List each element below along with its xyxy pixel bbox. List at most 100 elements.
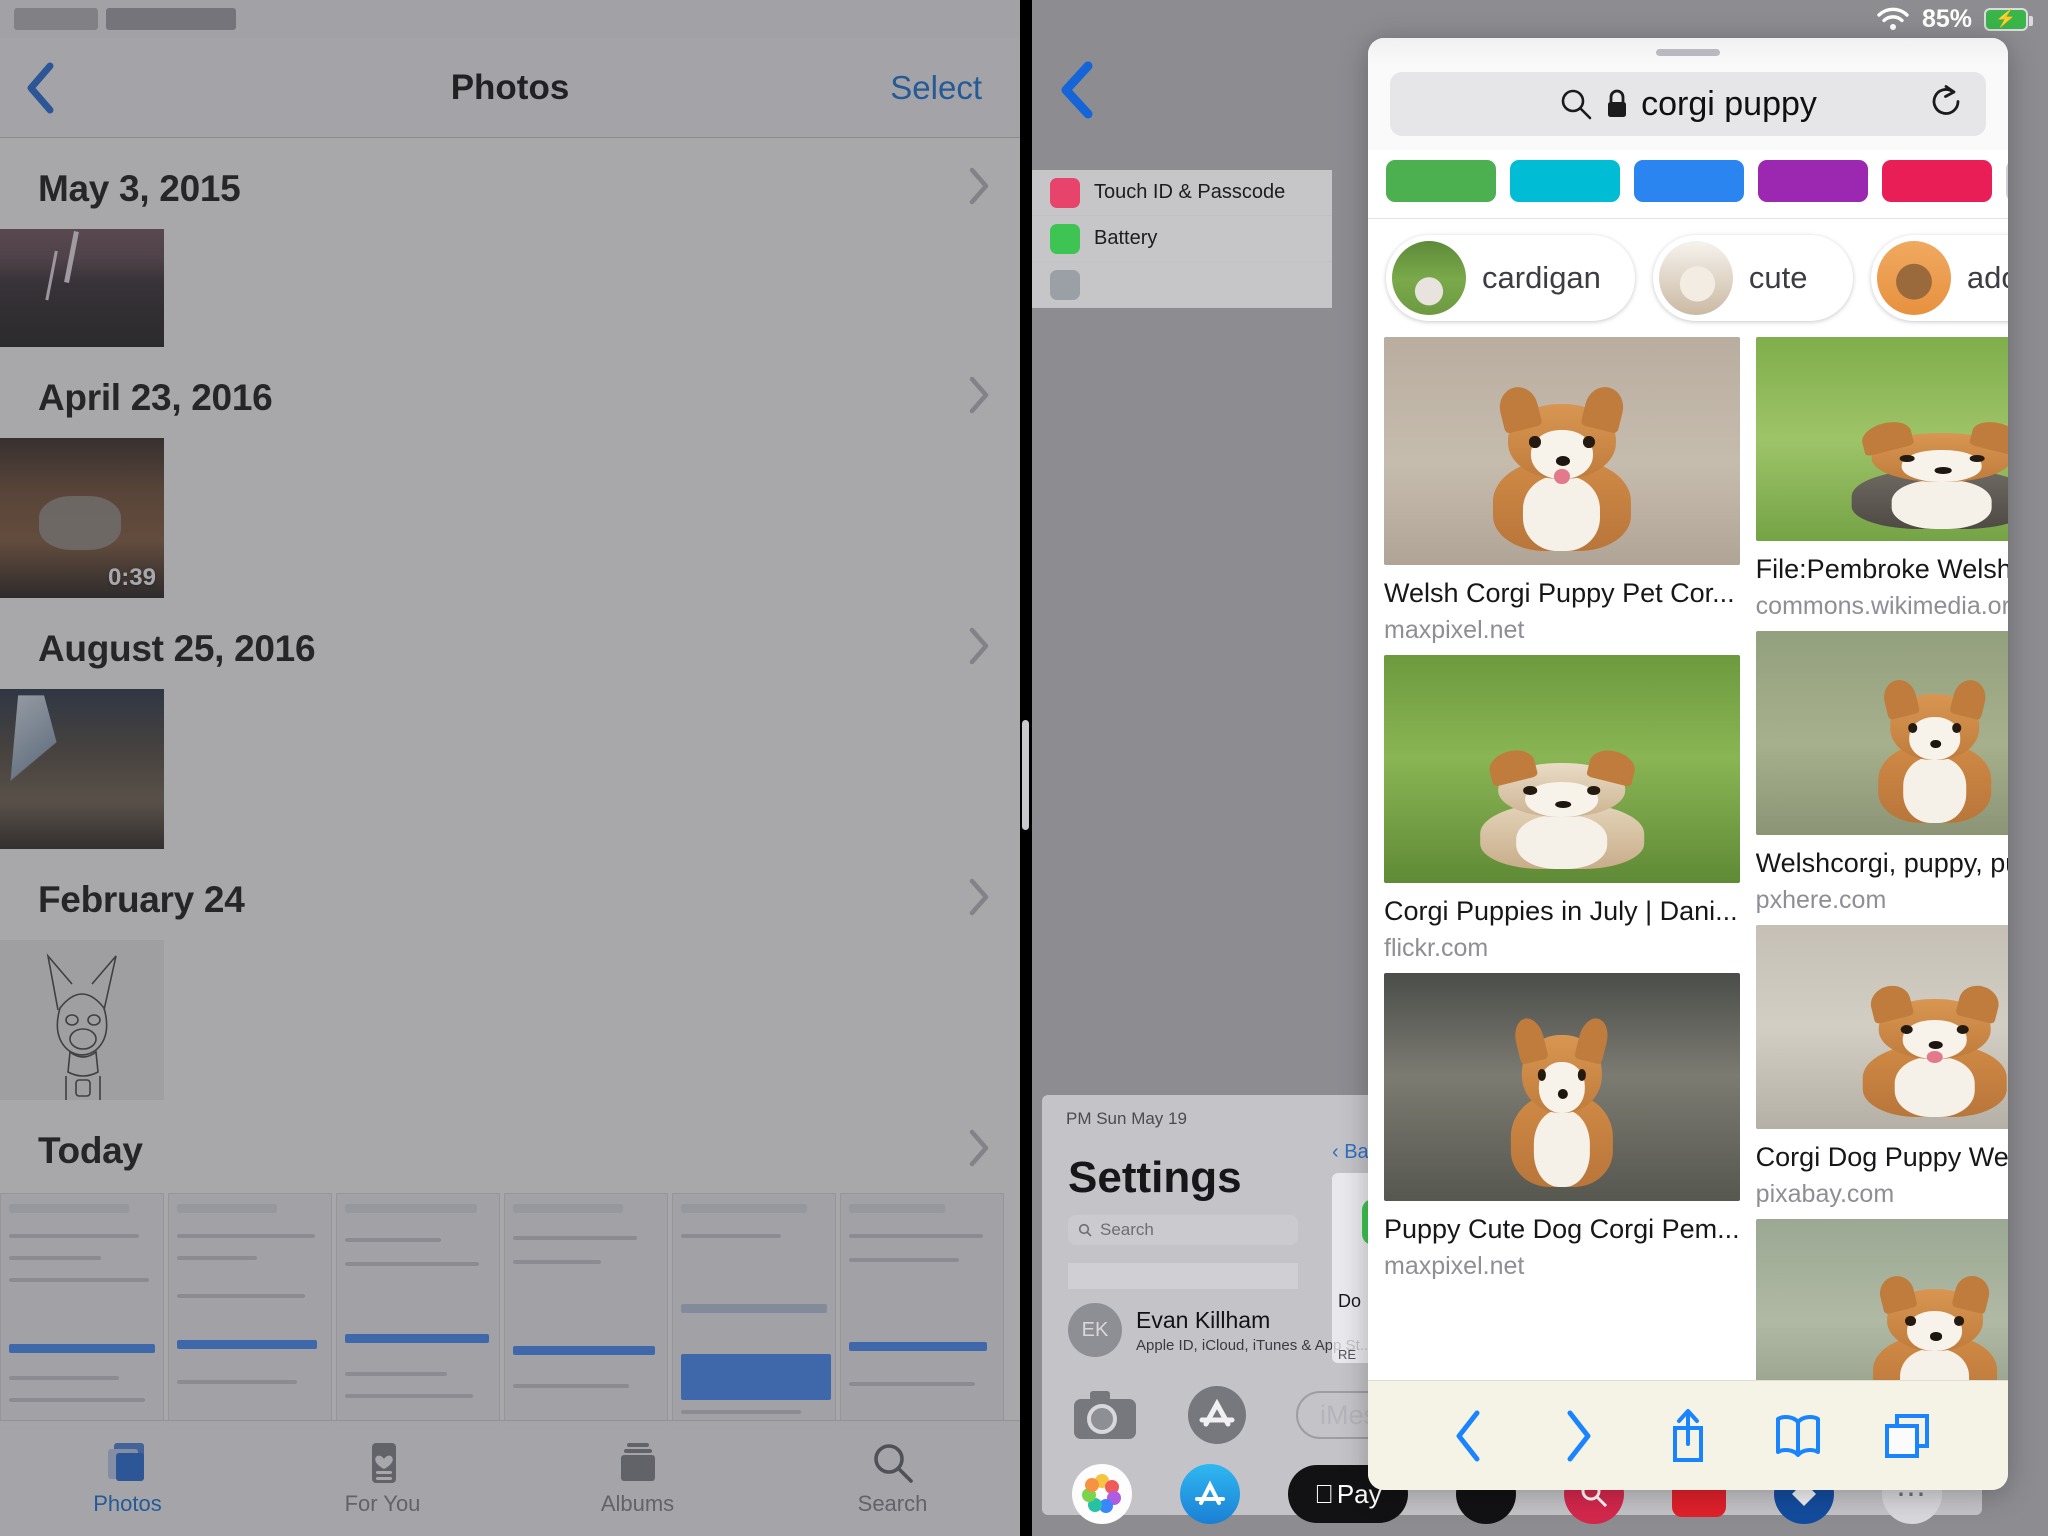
camera-icon: [1074, 1391, 1136, 1439]
photos-thumb-row[interactable]: [0, 229, 1020, 347]
chevron-right-icon[interactable]: [968, 1128, 990, 1173]
page-title: Photos: [450, 67, 570, 107]
photo-thumbnail[interactable]: [0, 689, 164, 849]
suggestion-chip-row[interactable]: cardigan cute ado: [1368, 219, 2008, 337]
result-thumbnail[interactable]: [1755, 924, 2008, 1129]
photos-thumb-row[interactable]: [0, 689, 1020, 849]
photos-tab-bar[interactable]: Photos For You Albums Search: [0, 1420, 1020, 1536]
screenshot-thumbnail[interactable]: [840, 1193, 1004, 1429]
background-back-icon[interactable]: [1056, 58, 1100, 127]
screenshot-time: PM Sun May 19: [1066, 1109, 1187, 1128]
safari-toolbar[interactable]: [1368, 1380, 2008, 1490]
avatar: EK: [1068, 1303, 1122, 1357]
search-icon: [1078, 1223, 1092, 1237]
photos-section-header[interactable]: Today: [0, 1100, 1020, 1191]
share-icon[interactable]: [1652, 1400, 1724, 1472]
reload-icon[interactable]: [1928, 84, 1964, 125]
screenshot-thumbnail[interactable]: [672, 1193, 836, 1429]
for-you-icon: [371, 1442, 396, 1483]
image-result-card[interactable]: Welsh Corgi Puppy Pet Cor... maxpixel.ne…: [1384, 337, 1740, 645]
photos-section-header[interactable]: April 23, 2016: [0, 347, 1020, 438]
screenshot-re-label: RE: [1338, 1347, 1357, 1362]
wifi-icon: [1877, 7, 1909, 30]
url-bar[interactable]: corgi puppy: [1390, 72, 1986, 136]
result-thumbnail[interactable]: [1755, 337, 2008, 541]
color-filter-white[interactable]: [2006, 160, 2008, 202]
result-thumbnail[interactable]: [1384, 654, 1740, 883]
video-thumbnail[interactable]: 0:39: [0, 438, 164, 598]
screenshot-account-row: EK Evan Killham Apple ID, iCloud, iTunes…: [1068, 1303, 1372, 1357]
tab-for-you[interactable]: For You: [255, 1421, 510, 1536]
result-thumbnail[interactable]: [1384, 972, 1740, 1201]
split-view-handle[interactable]: [1022, 720, 1029, 830]
screenshot-thumbnail[interactable]: [168, 1193, 332, 1429]
results-right-column: File:Pembroke Welsh Corgi ... commons.wi…: [1755, 337, 2008, 1380]
select-button[interactable]: Select: [890, 69, 982, 107]
chevron-right-icon[interactable]: [968, 375, 990, 420]
tab-label: Albums: [600, 1490, 675, 1516]
chip-label: cardigan: [1482, 260, 1601, 295]
battery-percent: 85%: [1921, 4, 1972, 33]
result-thumbnail[interactable]: [1384, 337, 1740, 565]
result-source: pxhere.com: [1755, 885, 1887, 914]
screenshot-do-label: Do: [1338, 1291, 1362, 1311]
safari-popover: corgi puppy cardigan cute ad Welsh Corgi…: [1368, 38, 2008, 1490]
image-result-card[interactable]: Welshcorgi, puppy, pup, do... pxhere.com: [1755, 630, 2008, 915]
suggestion-chip-adorable[interactable]: ado: [1870, 235, 2008, 321]
tab-photos[interactable]: Photos: [0, 1421, 255, 1536]
color-filter-cyan[interactable]: [1510, 160, 1620, 202]
screenshot-thumbnail[interactable]: [504, 1193, 668, 1429]
color-filter-green[interactable]: [1386, 160, 1496, 202]
image-result-card[interactable]: Corgi Dog Puppy Welsh - F... pixabay.com: [1755, 924, 2008, 1209]
result-thumbnail[interactable]: [1755, 1218, 2008, 1380]
result-title: Puppy Cute Dog Corgi Pem...: [1384, 1213, 1740, 1244]
tab-albums[interactable]: Albums: [510, 1421, 765, 1536]
result-source: maxpixel.net: [1384, 615, 1525, 644]
forward-icon[interactable]: [1542, 1400, 1614, 1472]
result-title: Welshcorgi, puppy, pup, do...: [1755, 847, 2008, 878]
color-filter-blue[interactable]: [1634, 160, 1744, 202]
image-result-card[interactable]: File:Pembroke Welsh Corgi ... commons.wi…: [1755, 337, 2008, 621]
image-result-card[interactable]: [1755, 1218, 2008, 1380]
photos-section-header[interactable]: May 3, 2015: [0, 138, 1020, 229]
result-title: Corgi Puppies in July | Dani...: [1384, 895, 1738, 926]
background-settings-row: Touch ID & Passcode: [1032, 170, 1332, 216]
image-results-grid[interactable]: Welsh Corgi Puppy Pet Cor... maxpixel.ne…: [1368, 337, 2008, 1380]
chevron-right-icon[interactable]: [968, 877, 990, 922]
tab-search[interactable]: Search: [765, 1421, 1020, 1536]
color-filter-row[interactable]: [1368, 150, 2008, 219]
section-date-label: Today: [38, 1129, 143, 1171]
screenshot-thumbnail[interactable]: [336, 1193, 500, 1429]
suggestion-chip-cute[interactable]: cute: [1652, 235, 1853, 321]
chip-thumbnail: [1658, 241, 1733, 315]
magnifier-icon: [1561, 89, 1592, 120]
popover-grabber[interactable]: [1368, 38, 2008, 66]
photo-thumbnail[interactable]: [0, 229, 164, 347]
touch-id-icon: [1050, 177, 1080, 208]
photos-section-header[interactable]: August 25, 2016: [0, 598, 1020, 689]
lock-icon: [1608, 89, 1627, 117]
result-thumbnail[interactable]: [1755, 630, 2008, 835]
tabs-icon[interactable]: [1871, 1400, 1943, 1472]
photos-section-header[interactable]: February 24: [0, 849, 1020, 940]
drawing-thumbnail[interactable]: [0, 940, 164, 1100]
back-icon[interactable]: [1433, 1400, 1505, 1472]
screenshot-thumbnail[interactable]: [0, 1193, 164, 1429]
image-result-card[interactable]: Puppy Cute Dog Corgi Pem... maxpixel.net: [1384, 972, 1740, 1281]
photos-scroll-area[interactable]: May 3, 2015 April 23, 2016 0:39 August 2…: [0, 138, 1020, 1444]
color-filter-purple[interactable]: [1758, 160, 1868, 202]
chevron-right-icon[interactable]: [968, 166, 990, 211]
suggestion-chip-cardigan[interactable]: cardigan: [1386, 235, 1635, 321]
image-result-card[interactable]: Corgi Puppies in July | Dani... flickr.c…: [1384, 654, 1740, 963]
chip-thumbnail: [1392, 241, 1466, 315]
color-filter-pink[interactable]: [1882, 160, 1992, 202]
chevron-right-icon[interactable]: [968, 626, 990, 671]
tab-label: Photos: [93, 1490, 162, 1516]
photos-screenshot-row[interactable]: [0, 1191, 1020, 1429]
photos-thumb-row[interactable]: 0:39: [0, 438, 1020, 598]
result-title: Corgi Dog Puppy Welsh - F...: [1755, 1141, 2008, 1172]
photos-thumb-row[interactable]: [0, 940, 1020, 1100]
bookmarks-icon[interactable]: [1762, 1400, 1834, 1472]
section-date-label: May 3, 2015: [38, 167, 241, 209]
photos-navbar: Photos Select: [0, 38, 1020, 138]
